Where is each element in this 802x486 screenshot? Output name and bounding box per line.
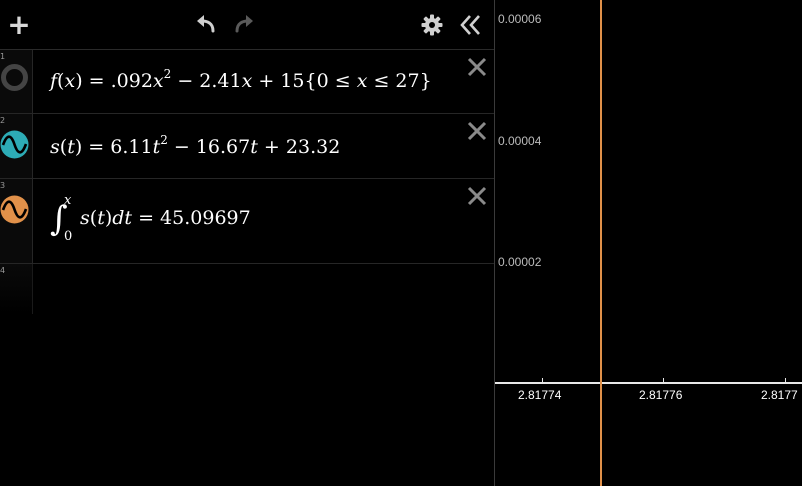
expression-index: 4 — [0, 266, 6, 275]
redo-button[interactable] — [231, 12, 257, 38]
eq-coef: = 6.11 — [82, 136, 153, 158]
expression-index: 2 — [0, 116, 6, 125]
var: t — [97, 207, 105, 229]
x-tick-label: 2.8177 — [761, 388, 798, 402]
redo-icon — [235, 15, 253, 33]
expression-panel: + 1 f(x) = .092x2 − 2.41x + 15{0 ≤ x ≤ 2… — [0, 0, 494, 486]
settings-button[interactable] — [419, 12, 445, 38]
expression-row-4[interactable]: 4 — [0, 264, 494, 314]
collapse-panel-button[interactable] — [456, 12, 484, 38]
x-tick-mark — [663, 378, 664, 383]
term: − 16.67 — [167, 136, 251, 158]
delete-expression-icon[interactable] — [466, 185, 488, 207]
cond: ≤ 27 — [367, 70, 420, 92]
x-tick-label: 2.81774 — [518, 388, 562, 402]
y-tick-label: 0.00006 — [498, 12, 542, 26]
delete-expression-icon[interactable] — [466, 56, 488, 78]
func-name: f — [50, 70, 58, 92]
expression-row-1[interactable]: 1 f(x) = .092x2 − 2.41x + 15{0 ≤ x ≤ 27} — [0, 50, 494, 114]
cond: 0 ≤ — [316, 70, 357, 92]
x-tick-mark — [542, 378, 543, 383]
expression-2-math[interactable]: s(t) = 6.11t2 − 16.67t + 23.32 — [50, 133, 341, 158]
expression-1-math[interactable]: f(x) = .092x2 − 2.41x + 15{0 ≤ x ≤ 27} — [50, 67, 432, 92]
expression-gutter: 2 — [0, 114, 33, 178]
double-chevron-left-icon — [460, 15, 480, 35]
func-name: s — [50, 136, 60, 158]
gear-icon — [421, 14, 443, 36]
add-expression-button[interactable]: + — [4, 10, 34, 40]
expression-index: 1 — [0, 52, 6, 61]
delete-expression-icon[interactable] — [466, 120, 488, 142]
wave-icon[interactable] — [0, 195, 29, 224]
expression-toolbar: + — [0, 0, 494, 50]
expression-row-2[interactable]: 2 s(t) = 6.11t2 − 16.67t + 23.32 — [0, 114, 494, 179]
x-tick-label: 2.81776 — [639, 388, 683, 402]
x-tick-mark — [785, 378, 786, 383]
term: + 15 — [252, 70, 305, 92]
differential: dt — [112, 207, 133, 229]
paren: ) — [75, 70, 83, 92]
expression-gutter: 3 — [0, 179, 33, 263]
wave-icon[interactable] — [0, 130, 29, 159]
term: − 2.41 — [171, 70, 242, 92]
y-tick-label: 0.00004 — [498, 134, 542, 148]
y-tick-label: 0.00002 — [498, 255, 542, 269]
var: t — [250, 136, 258, 158]
integrand: s(t)dt = 45.09697 — [80, 207, 251, 229]
integral-bound-line — [600, 0, 602, 486]
var: t — [67, 136, 75, 158]
exponent: 2 — [160, 133, 168, 147]
expression-list: 1 f(x) = .092x2 − 2.41x + 15{0 ≤ x ≤ 27}… — [0, 50, 494, 314]
brace: } — [419, 70, 432, 92]
brace: { — [304, 70, 317, 92]
hidden-circle-icon[interactable] — [0, 63, 29, 92]
expression-gutter: 1 — [0, 50, 33, 113]
var: x — [64, 70, 76, 92]
var: x — [241, 70, 253, 92]
eq-coef: = .092 — [82, 70, 153, 92]
expression-index: 3 — [0, 181, 6, 190]
var: x — [356, 70, 368, 92]
integral-lower-bound: 0 — [64, 229, 73, 244]
result: = 45.09697 — [132, 207, 251, 229]
expression-row-3[interactable]: 3 ∫ x 0 s(t)dt = 45.09697 — [0, 179, 494, 264]
exponent: 2 — [163, 67, 172, 81]
undo-button[interactable] — [193, 12, 219, 38]
undo-icon — [197, 15, 215, 33]
term: + 23.32 — [257, 136, 341, 158]
integral-upper-bound: x — [64, 193, 72, 208]
graph-canvas[interactable]: 0.00006 0.00004 0.00002 2.81774 2.81776 … — [495, 0, 802, 486]
func-name: s — [80, 207, 90, 229]
expression-gutter: 4 — [0, 264, 33, 314]
var: x — [152, 70, 164, 92]
